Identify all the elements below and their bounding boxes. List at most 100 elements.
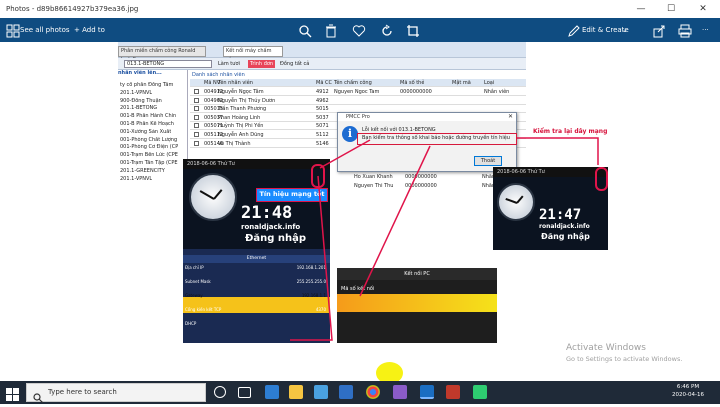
ethernet-label: Cổng kiến kết TCP (185, 307, 222, 312)
app-icon-3[interactable] (473, 385, 487, 399)
system-clock[interactable]: 6:46 PM 2020-04-16 (670, 383, 706, 399)
app-icon-2[interactable] (446, 385, 460, 399)
search-icon (33, 388, 43, 403)
more-options-button[interactable]: ··· (702, 23, 709, 37)
column-header: Mã CC (316, 80, 332, 86)
table-cell: Phan Hoàng Linh (218, 114, 261, 121)
table-cell: 0000000000 (405, 174, 437, 180)
device-time: 21:48 (241, 203, 293, 223)
taskbar-search[interactable]: Type here to search (26, 383, 206, 403)
tree-header: nhân viên lên... (118, 70, 162, 76)
app-icon-1[interactable] (393, 385, 407, 399)
mail-icon[interactable] (339, 385, 353, 399)
chrome-icon[interactable] (366, 385, 380, 399)
row-checkbox (194, 97, 199, 103)
device-login: Đăng nhập (245, 233, 307, 244)
store-icon[interactable] (314, 385, 328, 399)
clock-date: 2020-04-16 (672, 392, 704, 398)
table-cell: 5112 (316, 132, 329, 138)
app-toolbar: 013.1-BETONG Làm tươi Trình đơn Đồng tất… (118, 58, 526, 70)
column-header: Mã số thẻ (400, 80, 425, 86)
tree-item: 201.1-VPNVL (120, 89, 153, 96)
delete-icon[interactable] (324, 23, 338, 38)
maximize-button[interactable]: ☐ (660, 2, 682, 16)
ethernet-value: 192.168.1.1 (301, 293, 326, 298)
ethernet-value: 255.255.255.0 (296, 279, 326, 284)
row-checkbox (194, 106, 199, 112)
tree-item: 001-B Phần Kế Hoạch (120, 121, 174, 127)
cortana-icon[interactable] (214, 386, 226, 398)
device-date-3: 2018-06-06 Thứ Tư (493, 167, 608, 177)
device-screen-bad: 2018-06-06 Thứ Tư 21:47 ronaldjack.info … (493, 167, 608, 250)
window-title-bar: Photos - d89b86614927b379ea36.jpg — ☐ ✕ (0, 0, 720, 18)
ethernet-row: Cổng kiến kết TCP 4370 (185, 305, 328, 315)
tree-item: 001-B Phần Hành Chín (120, 113, 177, 120)
table-cell: 5146 (316, 140, 329, 147)
dialog-title: PMCC Pro (338, 113, 516, 121)
photos-icon[interactable] (420, 385, 434, 399)
tree-item: 001-Phòng Cơ Điện (CP (120, 144, 179, 151)
crop-icon[interactable] (406, 23, 420, 37)
favorite-icon[interactable] (352, 23, 366, 37)
row-checkbox (194, 114, 199, 120)
ethernet-value: 192.168.1.201 (296, 265, 326, 270)
analog-clock (189, 173, 237, 221)
table-cell: Trần Thanh Phương (218, 106, 267, 113)
tree-item: 201.1-GREENCITY (120, 167, 165, 174)
device-date: 2018-06-06 Thứ Tư (183, 159, 330, 169)
see-all-photos-button[interactable]: See all photos (20, 23, 70, 37)
column-header: Loại (484, 80, 495, 86)
message-highlight-box (357, 133, 517, 145)
windows-start-icon[interactable] (6, 386, 19, 401)
share-icon[interactable] (652, 23, 666, 38)
app-tab-main: Phân miền chấm công Ronald Jack Pro (118, 46, 206, 63)
rotate-icon[interactable] (380, 23, 394, 37)
minimize-button[interactable]: — (630, 2, 652, 16)
add-to-button[interactable]: + Add to (74, 23, 105, 37)
info-icon: i (342, 126, 358, 142)
edge-icon[interactable] (265, 385, 279, 399)
dialog-exit-button: Thoát (474, 156, 502, 166)
print-icon[interactable] (678, 23, 692, 38)
pc-connect-label: Mã số kết nối (341, 286, 375, 292)
activation-title: Activate Windows (566, 343, 646, 353)
table-cell: 5071 (316, 123, 329, 130)
tree-item: 201.1-VPNVL (120, 175, 153, 182)
zoom-icon[interactable] (298, 23, 312, 38)
tree-item: ty cổ phần Đồng Tâm (120, 82, 174, 88)
ethernet-row: DHCP (185, 319, 328, 329)
table-cell: Nguyễn Ngọc Tâm (218, 89, 264, 95)
row-checkbox (194, 140, 199, 146)
table-cell: 5037 (316, 114, 329, 121)
ethernet-label: Gateway (185, 293, 203, 298)
task-view-icon[interactable] (238, 387, 251, 398)
column-header: Tên nhân viên (218, 80, 253, 86)
row-checkbox (194, 132, 199, 137)
table-cell: 0000000000 (400, 89, 432, 95)
device-screen-good: 2018-06-06 Thứ Tư 21:48 ronaldjack.info … (183, 159, 330, 343)
tree-item: 201.1-BETONG (120, 105, 158, 112)
table-cell: Nguyễn Thị Thúy Dươn (218, 97, 276, 104)
activation-subtitle: Go to Settings to activate Windows. (566, 355, 683, 363)
ethernet-row: Gateway 192.168.1.1 (185, 291, 328, 301)
device-site: ronaldjack.info (241, 223, 301, 231)
device-time-3: 21:47 (539, 207, 582, 223)
company-select: 013.1-BETONG (124, 60, 212, 68)
tree-item: 001-Trạm Tân Tập (CPE (120, 160, 178, 166)
analog-clock-3 (497, 183, 535, 221)
ethernet-row: Địa chỉ IP 192.168.1.201 (185, 263, 328, 273)
photos-toolbar: See all photos + Add to Edit & Create ⌄ … (0, 18, 720, 42)
device-site-3: ronaldjack.info (539, 223, 590, 230)
close-button[interactable]: ✕ (692, 2, 714, 16)
table-cell: Nguyen Thi Thu (354, 183, 394, 189)
ethernet-value: 4370 (315, 307, 326, 312)
dialog-close-icon: ✕ (507, 113, 513, 120)
table-cell: 5015 (316, 106, 329, 113)
activation-watermark: Activate Windows Go to Settings to activ… (566, 343, 682, 363)
table-cell: Nguyen Ngoc Tam (334, 89, 380, 95)
table-cell: Ho Xuan Khanh (354, 174, 393, 180)
row-checkbox (194, 89, 199, 94)
chevron-down-icon: ⌄ (622, 26, 628, 34)
pc-connect-highlight (337, 294, 497, 312)
file-explorer-icon[interactable] (289, 385, 303, 399)
